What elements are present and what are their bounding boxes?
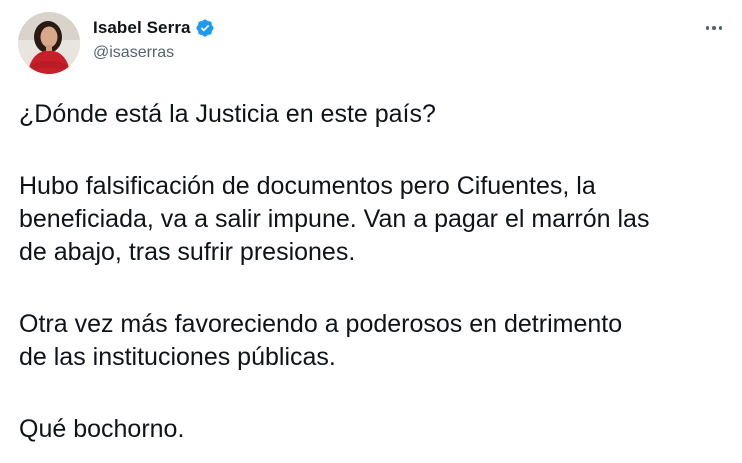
tweet-line: Qué bochorno. — [19, 415, 185, 443]
verified-badge-icon — [195, 18, 215, 38]
tweet-line: Otra vez más favoreciendo a poderosos en… — [19, 310, 623, 338]
avatar-image — [18, 12, 80, 74]
tweet: Isabel Serra @isaserras ¿Dónde está la J… — [0, 0, 742, 463]
more-dot — [718, 26, 723, 30]
tweet-line: de abajo, tras sufrir presiones. — [19, 238, 356, 266]
author-handle[interactable]: @isaserras — [93, 44, 215, 62]
more-dot — [712, 26, 716, 30]
tweet-line: beneficiada, va a salir impune. Van a pa… — [19, 205, 650, 233]
tweet-text: ¿Dónde está la Justicia en este país? Hu… — [19, 98, 731, 446]
tweet-line: Hubo falsificación de documentos pero Ci… — [19, 172, 596, 200]
author-display-name[interactable]: Isabel Serra — [93, 18, 191, 38]
more-options-icon[interactable] — [702, 18, 726, 38]
author-block: Isabel Serra @isaserras — [93, 16, 215, 62]
more-dot — [705, 26, 710, 30]
avatar[interactable] — [18, 12, 80, 74]
author-name-row: Isabel Serra — [93, 16, 215, 40]
tweet-line: de las instituciones públicas. — [19, 343, 336, 371]
tweet-line: ¿Dónde está la Justicia en este país? — [19, 100, 436, 128]
